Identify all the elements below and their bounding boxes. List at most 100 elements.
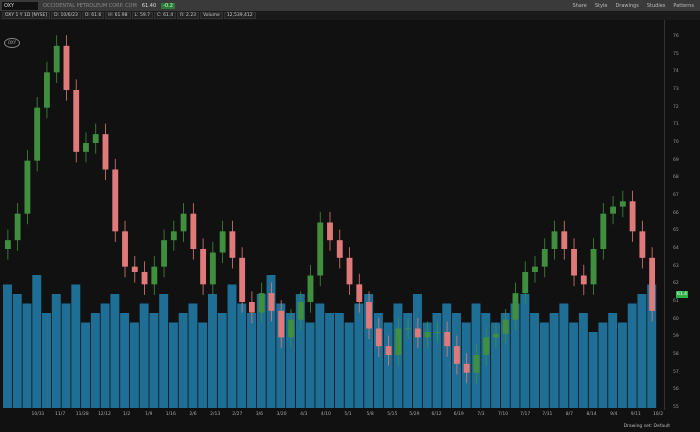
price-tick: 59 [673, 334, 679, 340]
price-tick: 65 [673, 228, 679, 234]
volume-bar [559, 303, 569, 408]
volume-bar [61, 303, 71, 408]
volume-bar [247, 313, 256, 408]
volume-bar [549, 313, 559, 408]
volume-bar [51, 294, 61, 408]
last-price: 61.40 [141, 2, 157, 9]
volume-bar [207, 294, 217, 408]
date-tick: 2/6 [189, 412, 197, 417]
volume-bar [149, 313, 159, 408]
price-chart[interactable] [0, 20, 662, 410]
price-tick: 75 [673, 51, 679, 57]
candle-down [190, 213, 197, 249]
volume-bar [412, 294, 422, 408]
candle-up [209, 252, 216, 285]
volume-bar [588, 332, 598, 408]
candle-up [83, 143, 89, 152]
date-tick: 4/10 [320, 412, 331, 417]
candle-up [424, 332, 431, 338]
candle-down [200, 249, 207, 285]
candle-up [405, 328, 412, 330]
date-tick: 7/10 [497, 412, 509, 417]
drawing-set-label[interactable]: Drawing set: Default [624, 424, 670, 429]
candle-up [288, 319, 294, 338]
candle-up [434, 332, 441, 334]
share-button[interactable]: Share [572, 3, 586, 9]
candle-up [170, 231, 177, 241]
price-tick: 58 [673, 352, 679, 357]
date-axis[interactable]: 10/31 11/7 11/28 12/12 1/2 1/9 1/16 2/6 2/13 2/27… [0, 412, 664, 422]
date-tick: 3/6 [255, 412, 264, 417]
patterns-button[interactable]: Patterns [673, 3, 694, 9]
date-tick: 2/13 [210, 412, 221, 417]
date-tick: 1/16 [165, 412, 176, 417]
volume-bar [627, 303, 637, 408]
volume-bar [383, 322, 393, 408]
candle-down [571, 249, 577, 276]
symbol-input[interactable]: OXY [2, 1, 38, 10]
volume-bar [598, 322, 608, 408]
chart-title: OXY 1 Y 1D [NYSE] [2, 12, 51, 19]
price-tick: 74 [673, 69, 679, 75]
candle-down [278, 310, 285, 338]
volume-bar [217, 313, 227, 408]
volume-bar [520, 294, 530, 408]
candle-down [385, 346, 392, 355]
candle-down [268, 293, 275, 311]
candle-down [248, 302, 255, 313]
drawings-button[interactable]: Drawings [615, 3, 638, 9]
studies-button[interactable]: Studies [647, 3, 666, 9]
date-tick: 12/12 [97, 412, 111, 417]
date-tick: 2/27 [232, 412, 243, 417]
date-tick: 7/3 [477, 412, 485, 417]
volume-bar [344, 322, 354, 408]
volume-bar [42, 313, 52, 408]
price-tick: 64 [673, 246, 679, 251]
volume-bar [198, 322, 208, 408]
candle-down [141, 271, 148, 285]
volume-bar [3, 284, 12, 408]
volume-bar [617, 322, 627, 408]
price-tick: 55 [673, 405, 679, 410]
info-date: D: 10/6/23 [51, 12, 81, 19]
volume-bar [305, 322, 315, 408]
date-tick: 10/31 [31, 412, 45, 417]
volume-bar [481, 313, 491, 408]
date-tick: 1/9 [145, 412, 153, 417]
volume-bar [188, 303, 198, 408]
volume-bar [120, 313, 130, 408]
candle-down [239, 257, 246, 302]
volume-bar [442, 303, 452, 408]
price-tick: 62 [673, 281, 679, 287]
candle-up [4, 240, 11, 249]
candle-up [317, 222, 324, 276]
price-tick: 76 [673, 34, 679, 39]
candle-down [63, 45, 70, 90]
candle-down [336, 240, 343, 258]
candle-up [541, 249, 548, 267]
date-tick: 9/4 [610, 412, 618, 417]
candle-up [151, 266, 158, 285]
candle-down [102, 134, 109, 170]
date-tick: 5/1 [344, 412, 352, 417]
candle-down [463, 363, 470, 373]
date-tick: 3/20 [276, 412, 287, 417]
candle-down [629, 201, 636, 232]
volume-bar [178, 313, 188, 408]
volume-bar [159, 294, 169, 408]
style-button[interactable]: Style [595, 3, 608, 9]
candle-up [297, 302, 304, 320]
price-tick: 57 [673, 369, 679, 375]
date-tick: 7/31 [542, 412, 553, 417]
candle-up [502, 319, 509, 334]
date-tick: 11/28 [75, 412, 89, 417]
candle-down [73, 90, 80, 152]
candle-down [112, 169, 119, 232]
price-tick: 56 [673, 387, 679, 393]
company-name: OCCIDENTAL PETROLEUM CORP. COM [43, 2, 137, 9]
candle-up [43, 72, 50, 108]
volume-bar [354, 303, 364, 408]
price-axis[interactable]: 76 75 74 73 72 71 70 69 68 67 66 65 64 63 62 61 60 59 58 57… [664, 20, 700, 410]
volume-bar [539, 322, 549, 408]
volume-bar [71, 284, 81, 408]
